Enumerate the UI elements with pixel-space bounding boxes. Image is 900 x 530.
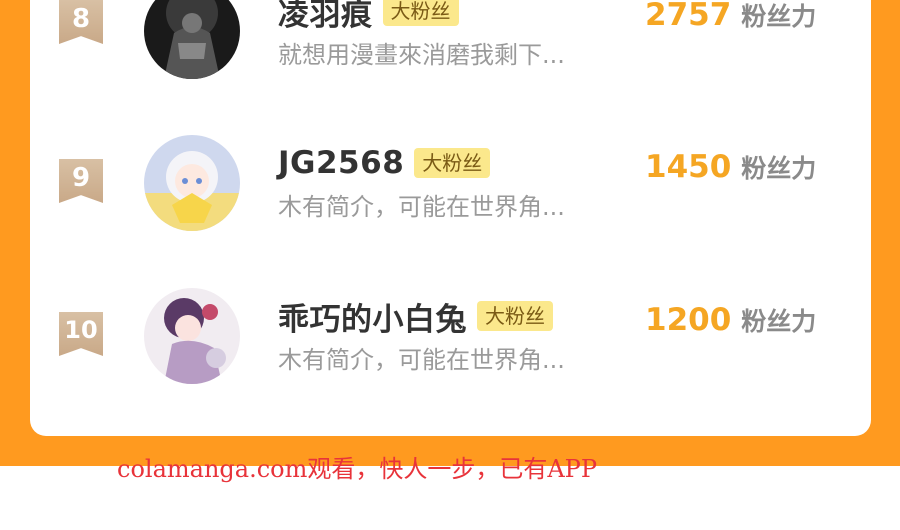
- user-avatar[interactable]: [144, 135, 240, 231]
- avatar-white-hair-girl-icon: [144, 135, 240, 231]
- fan-ranking-card: 8 凌羽痕 大粉丝 就想用漫畫來消磨我剩下... 2757 粉丝力 9 JG25…: [30, 0, 871, 436]
- user-name[interactable]: JG2568: [278, 145, 404, 181]
- rank-number: 8: [71, 4, 91, 34]
- user-bio: 木有简介，可能在世界角...: [278, 193, 565, 221]
- ranking-row[interactable]: 8 凌羽痕 大粉丝 就想用漫畫來消磨我剩下... 2757 粉丝力: [30, 0, 871, 105]
- score-unit: 粉丝力: [741, 307, 817, 336]
- rank-badge: 9: [59, 159, 103, 203]
- name-line: 乖巧的小白兔 大粉丝: [278, 294, 553, 339]
- user-bio: 木有简介，可能在世界角...: [278, 346, 565, 374]
- rank-number: 10: [64, 316, 98, 344]
- user-bio: 就想用漫畫來消磨我剩下...: [278, 41, 565, 69]
- fan-level-tag: 大粉丝: [414, 148, 491, 178]
- score-value: 1450: [645, 149, 732, 185]
- user-name[interactable]: 凌羽痕: [278, 0, 373, 34]
- score-unit: 粉丝力: [741, 2, 817, 31]
- fan-level-tag: 大粉丝: [382, 0, 459, 26]
- user-avatar[interactable]: [144, 0, 240, 79]
- score-value: 1200: [645, 302, 732, 338]
- ranking-row[interactable]: 10 乖巧的小白兔 大粉丝 木有简介，可能在世界角... 1200 粉丝力: [30, 288, 871, 410]
- fan-power-score: 1450 粉丝力: [645, 147, 816, 187]
- score-unit: 粉丝力: [741, 154, 817, 183]
- ranking-row[interactable]: 9 JG2568 大粉丝 木有简介，可能在世界角... 1450 粉丝力: [30, 135, 871, 257]
- rank-badge: 8: [59, 0, 103, 44]
- rank-number: 9: [71, 163, 91, 193]
- fan-level-tag: 大粉丝: [477, 301, 553, 331]
- avatar-dark-figure-icon: [144, 0, 240, 79]
- rank-badge: 10: [59, 312, 103, 356]
- score-value: 2757: [645, 0, 732, 33]
- user-avatar[interactable]: [144, 288, 240, 384]
- fan-power-score: 1200 粉丝力: [645, 300, 816, 340]
- user-name[interactable]: 乖巧的小白兔: [278, 294, 467, 339]
- watermark-text: colamanga.com观看，快人一步，已有APP: [117, 455, 597, 483]
- fan-power-score: 2757 粉丝力: [645, 0, 816, 35]
- name-line: JG2568 大粉丝: [278, 143, 491, 183]
- avatar-purple-anime-icon: [144, 288, 240, 384]
- name-line: 凌羽痕 大粉丝: [278, 0, 459, 34]
